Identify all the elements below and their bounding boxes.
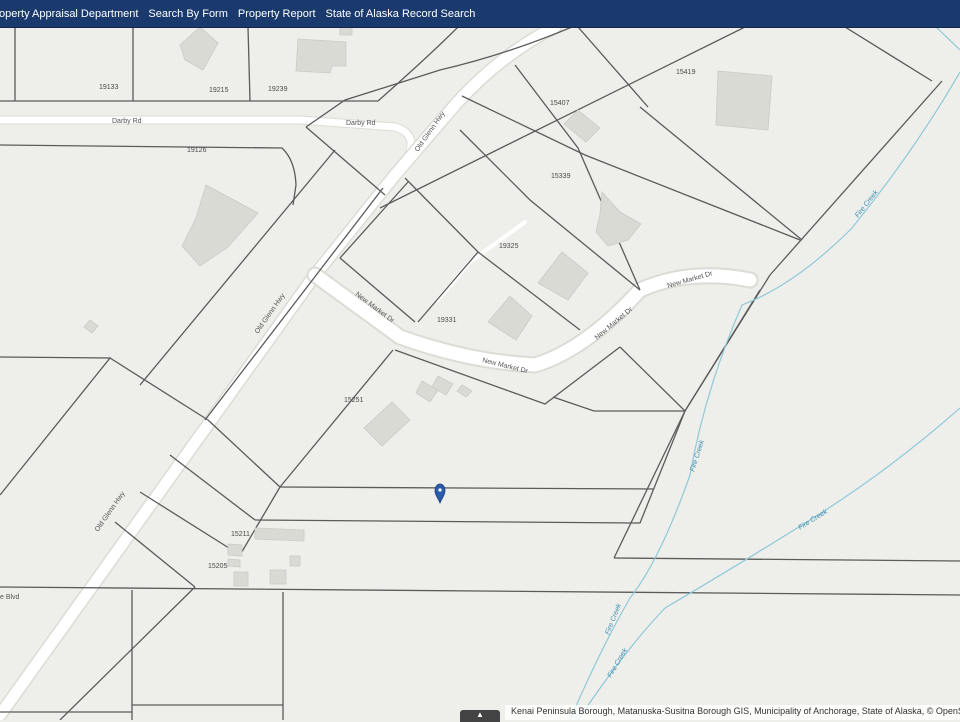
parcel-label[interactable]: 19215 [209, 87, 229, 94]
map-canvas[interactable]: Darby Rd Darby Rd Old Glenn Hwy Old Glen… [0, 27, 960, 720]
parcel-label[interactable]: 15339 [551, 173, 571, 180]
map-background [0, 27, 960, 720]
top-navigation-bar: Property Appraisal Department Search By … [0, 0, 960, 28]
nav-state-of-alaska-record-search[interactable]: State of Alaska Record Search [326, 8, 476, 20]
parcel-label[interactable]: 15407 [550, 100, 570, 107]
nav-search-by-form[interactable]: Search By Form [148, 8, 227, 20]
parcel-label[interactable]: 19126 [187, 147, 207, 154]
road-label-blvd: e Blvd [0, 594, 20, 601]
chevron-up-icon: ▲ [476, 710, 484, 719]
parcel-label[interactable]: 19133 [99, 84, 119, 91]
expand-panel-button[interactable]: ▲ [460, 710, 500, 722]
map-attribution: Kenai Peninsula Borough, Matanuska-Susit… [505, 705, 960, 720]
nav-property-report[interactable]: Property Report [238, 8, 316, 20]
parcel-label[interactable]: 15419 [676, 69, 696, 76]
parcel-label[interactable]: 15211 [231, 531, 250, 538]
road-label-darby-rd: Darby Rd [346, 120, 376, 127]
parcel-label[interactable]: 19239 [268, 86, 288, 93]
building [715, 70, 773, 131]
building [227, 558, 241, 568]
building [269, 569, 287, 585]
building [227, 543, 243, 557]
building [339, 27, 353, 36]
parcel-label[interactable]: 19331 [437, 317, 457, 324]
parcel-label[interactable]: 15205 [208, 563, 228, 570]
building [289, 555, 301, 567]
parcel-map[interactable]: Darby Rd Darby Rd Old Glenn Hwy Old Glen… [0, 27, 960, 720]
road-label-darby-rd: Darby Rd [112, 118, 142, 125]
nav-property-appraisal-department[interactable]: Property Appraisal Department [0, 8, 138, 20]
parcel-label[interactable]: 15251 [344, 397, 364, 404]
building [233, 571, 249, 587]
parcel-label[interactable]: 19325 [499, 243, 519, 250]
building [254, 527, 305, 542]
